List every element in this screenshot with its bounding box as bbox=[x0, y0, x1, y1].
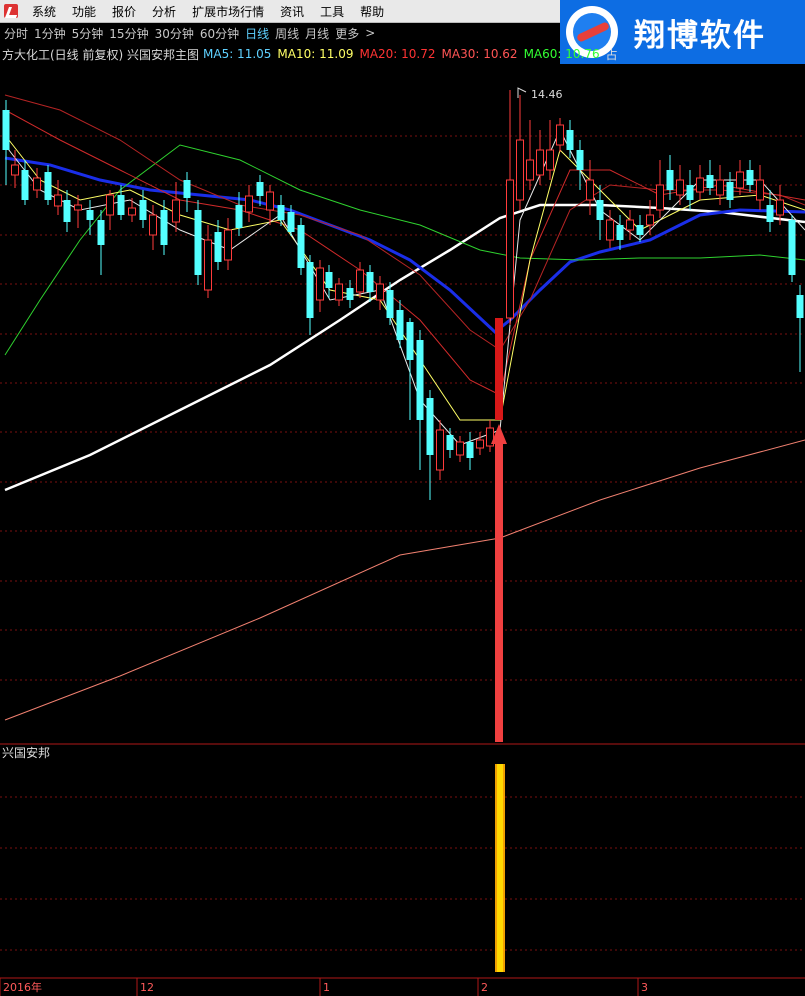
candle-body-down bbox=[277, 205, 285, 220]
ma60-line bbox=[4, 144, 805, 356]
candle-body-up bbox=[33, 177, 41, 191]
candle-body-down bbox=[566, 130, 574, 150]
candle-body-down bbox=[666, 170, 674, 190]
high-price-label: 14.46 bbox=[531, 88, 563, 101]
candle-body-up bbox=[224, 229, 232, 261]
candle-body-down bbox=[139, 200, 147, 220]
candle-body-up bbox=[606, 219, 614, 241]
signal-red-bar bbox=[495, 318, 503, 420]
candle-body-down bbox=[214, 232, 222, 262]
candle-body-down bbox=[235, 205, 243, 228]
time-label-1: 1 bbox=[323, 981, 330, 994]
candle-body-down bbox=[287, 212, 295, 232]
candle-body-down bbox=[446, 435, 454, 450]
candle-body-up bbox=[656, 184, 664, 211]
sub-signal-bar-inner bbox=[497, 764, 503, 972]
candle-body-up bbox=[756, 179, 764, 201]
candle-body-up bbox=[526, 159, 534, 181]
candle-body-up bbox=[546, 149, 554, 171]
candle-body-down bbox=[596, 200, 604, 220]
candle-body-down bbox=[616, 225, 624, 240]
candle-body-up bbox=[245, 195, 253, 213]
candle-body-up bbox=[128, 207, 136, 216]
high-price-tick bbox=[517, 87, 527, 98]
time-label-2: 2 bbox=[481, 981, 488, 994]
time-label-3: 3 bbox=[641, 981, 648, 994]
candle-body-up bbox=[356, 269, 364, 293]
candle-body-down bbox=[726, 182, 734, 200]
candle-body-up bbox=[776, 199, 784, 216]
candle-body-down bbox=[21, 170, 29, 200]
candle-body-up bbox=[172, 199, 180, 223]
candle-body-up bbox=[316, 267, 324, 301]
candle-body-up bbox=[736, 171, 744, 189]
candle-body-down bbox=[796, 295, 804, 318]
candle-body-up bbox=[506, 179, 514, 319]
candle-body-up bbox=[516, 139, 524, 201]
candle-body-down bbox=[746, 170, 754, 185]
candle-body-down bbox=[788, 220, 796, 275]
candle-body-down bbox=[256, 182, 264, 196]
candle-body-down bbox=[386, 290, 394, 318]
candle-body-down bbox=[183, 180, 191, 198]
signal-arrow bbox=[491, 424, 507, 742]
candle-body-down bbox=[706, 175, 714, 188]
candle-body-up bbox=[536, 149, 544, 176]
candle-body-up bbox=[626, 219, 634, 231]
candle-body-down bbox=[194, 210, 202, 275]
candle-body-down bbox=[636, 225, 644, 235]
candle-body-down bbox=[466, 442, 474, 458]
time-label-12: 12 bbox=[140, 981, 154, 994]
candle-body-down bbox=[325, 272, 333, 288]
candle-body-down bbox=[2, 110, 10, 150]
candle-body-down bbox=[766, 205, 774, 222]
candle-body-down bbox=[44, 172, 52, 200]
candle-body-down bbox=[396, 310, 404, 340]
candle-body-down bbox=[426, 398, 434, 455]
candle-body-up bbox=[556, 124, 564, 146]
candle-body-up bbox=[106, 194, 114, 216]
grid-lines bbox=[0, 135, 805, 996]
candle-body-up bbox=[586, 179, 594, 201]
candle-body-down bbox=[160, 210, 168, 245]
candle-body-up bbox=[266, 191, 274, 211]
candle-body-up bbox=[646, 214, 654, 226]
candle-body-up bbox=[335, 283, 343, 301]
candle-body-down bbox=[117, 195, 125, 215]
subpanel-title: 兴国安邦 bbox=[2, 745, 50, 760]
candle-body-down bbox=[416, 340, 424, 420]
ma5-line bbox=[4, 128, 805, 446]
candle-body-down bbox=[406, 322, 414, 360]
candle-body-down bbox=[306, 262, 314, 318]
candle-body-down bbox=[686, 185, 694, 200]
candle-body-up bbox=[149, 214, 157, 236]
kline-chart[interactable]: 14.46 兴国安邦 2016年 12 1 2 3 bbox=[0, 0, 805, 996]
candle-body-down bbox=[63, 200, 71, 222]
ma20-line bbox=[4, 109, 805, 396]
candle-body-up bbox=[476, 439, 484, 449]
candle-body-up bbox=[204, 239, 212, 291]
candle-body-down bbox=[576, 150, 584, 170]
ma-lines bbox=[4, 94, 805, 721]
ma-white-thick bbox=[4, 203, 805, 492]
candle-body-up bbox=[74, 204, 82, 211]
candle-body-down bbox=[346, 288, 354, 300]
candle-body-up bbox=[376, 283, 384, 301]
candle-body-down bbox=[366, 272, 374, 292]
time-label-2016: 2016年 bbox=[3, 980, 42, 994]
candle-body-up bbox=[716, 179, 724, 196]
candle-body-down bbox=[297, 225, 305, 268]
candle-body-up bbox=[436, 429, 444, 471]
candle-body-up bbox=[54, 194, 62, 207]
candle-body-up bbox=[456, 441, 464, 456]
candle-body-up bbox=[696, 177, 704, 193]
candle-body-down bbox=[86, 210, 94, 220]
ma-blue-thick bbox=[4, 156, 805, 334]
candle-body-up bbox=[11, 164, 19, 176]
candle-body-down bbox=[97, 220, 105, 245]
candle-body-up bbox=[676, 179, 684, 196]
